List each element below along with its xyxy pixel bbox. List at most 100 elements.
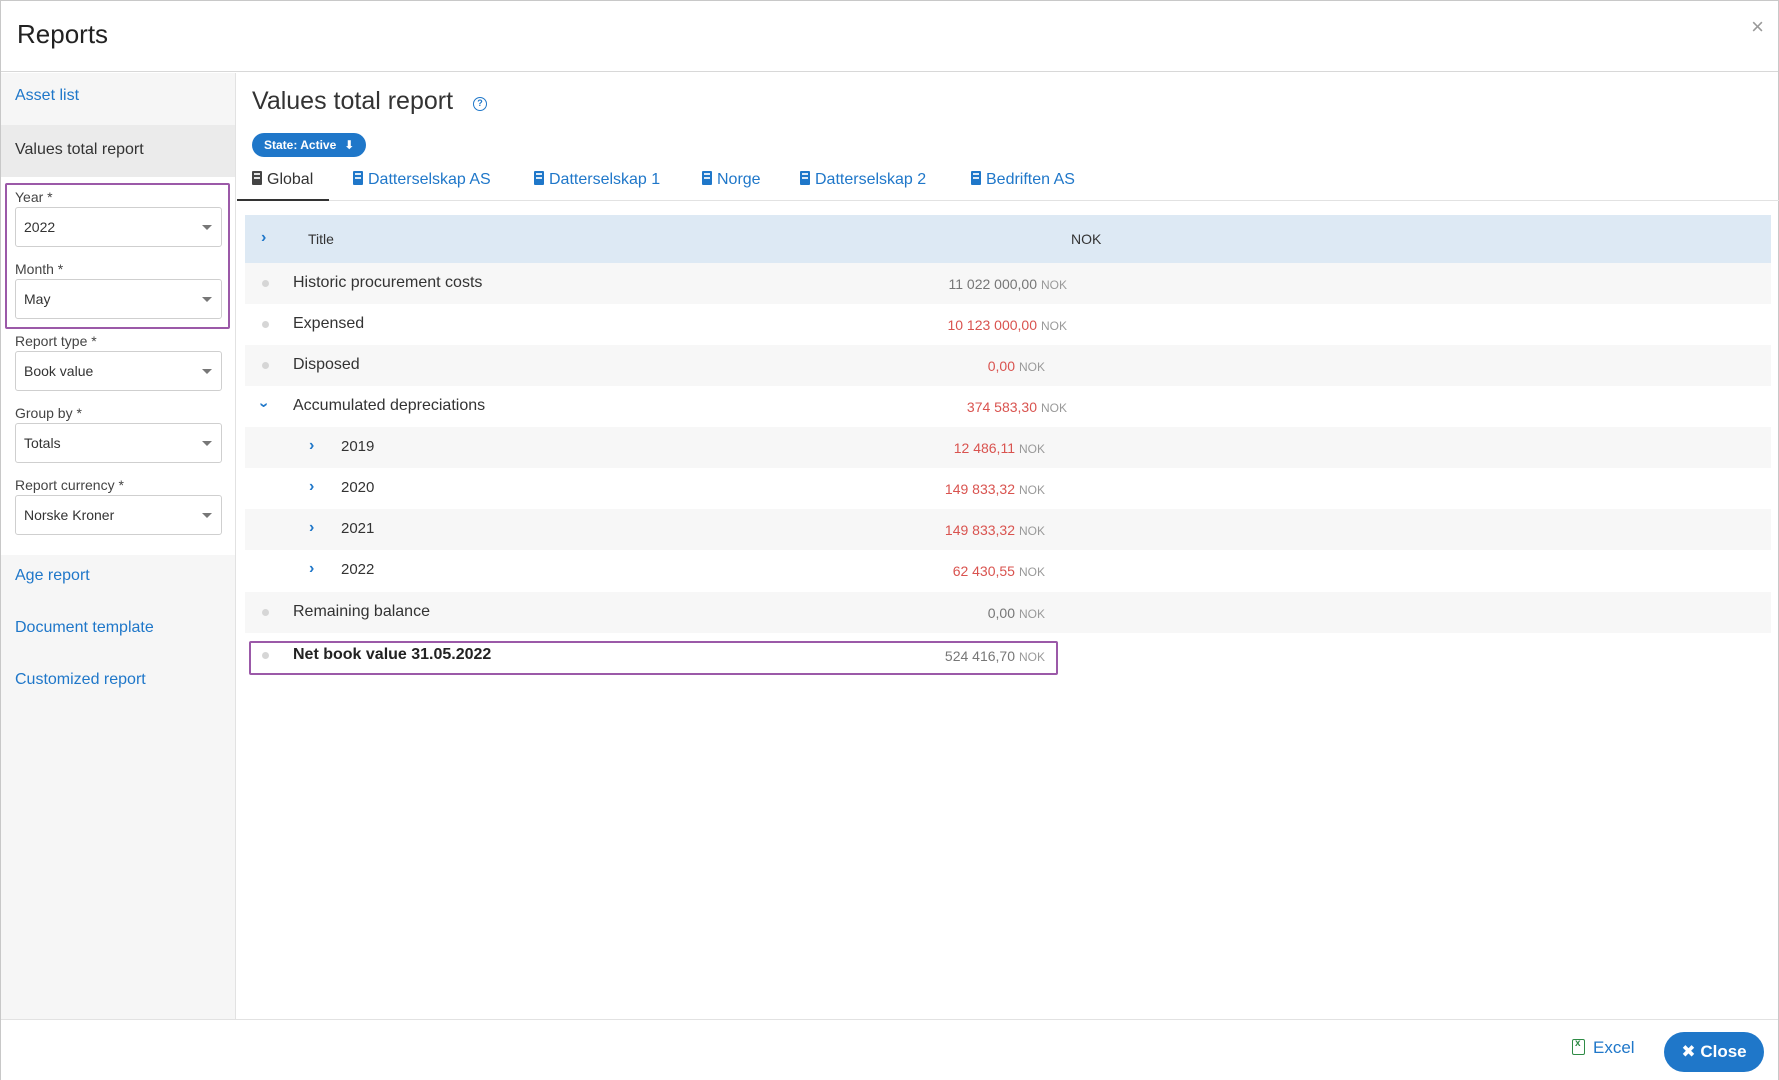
month-select[interactable]: May bbox=[15, 279, 222, 319]
tab-datterselskap-1[interactable]: Datterselskap 1 bbox=[534, 163, 660, 201]
row-label: Historic procurement costs bbox=[293, 274, 483, 291]
year-select[interactable]: 2022 bbox=[15, 207, 222, 247]
sidebar-item-label: Values total report bbox=[15, 141, 144, 158]
page-title: Values total report bbox=[252, 87, 454, 115]
report-currency-label: Report currency * bbox=[15, 477, 124, 493]
row-label: Disposed bbox=[293, 356, 360, 373]
state-badge-label: State: Active bbox=[264, 138, 337, 152]
arrow-down-icon: ⬇ bbox=[344, 138, 355, 152]
row-amount: 0,00 NOK bbox=[987, 358, 1045, 374]
row-label: 2022 bbox=[341, 561, 375, 578]
state-filter-badge[interactable]: State: Active ⬇ bbox=[252, 133, 367, 157]
tab-label: Datterselskap 1 bbox=[549, 171, 661, 188]
report-filters: Year * 2022 Month * May Report type * Bo… bbox=[1, 177, 235, 555]
chevron-down-icon bbox=[202, 297, 212, 302]
bullet-icon bbox=[262, 652, 269, 659]
column-header-nok: NOK bbox=[1071, 231, 1102, 247]
close-icon: ✖ bbox=[1681, 1042, 1696, 1061]
chevron-down-icon bbox=[202, 441, 212, 446]
row-amount: 149 833,32 NOK bbox=[944, 522, 1045, 538]
help-icon[interactable]: ? bbox=[473, 97, 487, 111]
table-row: Historic procurement costs 11 022 000,00… bbox=[245, 263, 1771, 304]
main-content: Values total report ? State: Active ⬇ Glo… bbox=[237, 73, 1779, 1019]
row-amount: 62 430,55 NOK bbox=[952, 563, 1045, 579]
row-label: 2021 bbox=[341, 520, 375, 537]
row-amount: 10 123 000,00 NOK bbox=[947, 317, 1067, 333]
close-label: Close bbox=[1700, 1042, 1747, 1061]
sidebar-item-document-template[interactable]: Document template bbox=[15, 619, 154, 637]
chevron-down-icon bbox=[202, 369, 212, 374]
row-label: 2019 bbox=[341, 438, 375, 455]
month-label: Month * bbox=[15, 261, 64, 277]
sidebar-item-customized-report[interactable]: Customized report bbox=[15, 671, 146, 689]
building-icon bbox=[534, 171, 544, 185]
tab-label: Global bbox=[267, 171, 314, 188]
table-row: › 2021 149 833,32 NOK bbox=[245, 509, 1771, 550]
reports-dialog: Reports × Asset list Values total report… bbox=[0, 0, 1779, 1080]
chevron-down-icon bbox=[202, 225, 212, 230]
close-icon[interactable]: × bbox=[1751, 15, 1764, 39]
sidebar-item-age-report[interactable]: Age report bbox=[15, 567, 90, 585]
table-row: Remaining balance 0,00 NOK bbox=[245, 592, 1771, 633]
report-type-label: Report type * bbox=[15, 333, 97, 349]
table-row: › Accumulated depreciations 374 583,30 NO… bbox=[245, 386, 1771, 427]
building-icon bbox=[971, 171, 981, 185]
table-row: › 2020 149 833,32 NOK bbox=[245, 468, 1771, 509]
table-row: Expensed 10 123 000,00 NOK bbox=[245, 304, 1771, 345]
row-amount: 11 022 000,00 NOK bbox=[948, 276, 1067, 292]
report-currency-select[interactable]: Norske Kroner bbox=[15, 495, 222, 535]
table-row: › 2022 62 430,55 NOK bbox=[245, 550, 1771, 591]
row-amount: 0,00 NOK bbox=[987, 605, 1045, 621]
group-by-value: Totals bbox=[24, 435, 61, 451]
bullet-icon bbox=[262, 362, 269, 369]
row-amount: 374 583,30 NOK bbox=[966, 399, 1067, 415]
chevron-down-icon bbox=[202, 513, 212, 518]
row-label: Accumulated depreciations bbox=[293, 397, 486, 414]
month-value: May bbox=[24, 291, 51, 307]
table-row: Disposed 0,00 NOK bbox=[245, 345, 1771, 386]
tab-global[interactable]: Global bbox=[237, 163, 330, 201]
dialog-footer: Excel ✖ Close bbox=[1, 1019, 1778, 1080]
tab-bedriften-as[interactable]: Bedriften AS bbox=[971, 163, 1075, 201]
chevron-down-icon[interactable]: › bbox=[255, 402, 273, 407]
chevron-right-icon[interactable]: › bbox=[309, 519, 314, 537]
building-icon bbox=[353, 171, 363, 185]
chevron-right-icon[interactable]: › bbox=[309, 478, 314, 496]
entity-tabs: Global Datterselskap AS Datterselskap 1 … bbox=[237, 163, 1779, 201]
tab-norge[interactable]: Norge bbox=[702, 163, 761, 201]
row-amount: 524 416,70 NOK bbox=[944, 648, 1045, 664]
row-amount: 149 833,32 NOK bbox=[944, 481, 1045, 497]
excel-file-icon bbox=[1572, 1038, 1585, 1055]
table-row-net-book-value: Net book value 31.05.2022 524 416,70 NOK bbox=[245, 635, 1771, 676]
chevron-right-icon[interactable]: › bbox=[309, 560, 314, 578]
row-label: Expensed bbox=[293, 315, 365, 332]
tab-label: Norge bbox=[717, 171, 761, 188]
row-amount: 12 486,11 NOK bbox=[953, 440, 1045, 456]
close-button[interactable]: ✖ Close bbox=[1664, 1032, 1764, 1072]
group-by-label: Group by * bbox=[15, 405, 82, 421]
tab-label: Datterselskap 2 bbox=[815, 171, 927, 188]
row-label: Net book value 31.05.2022 bbox=[293, 646, 492, 663]
chevron-right-icon[interactable]: › bbox=[261, 229, 266, 247]
building-icon bbox=[800, 171, 810, 185]
row-label: 2020 bbox=[341, 479, 375, 496]
dialog-title: Reports bbox=[17, 19, 109, 49]
sidebar-item-values-total-report[interactable]: Values total report bbox=[1, 125, 235, 177]
excel-export-button[interactable]: Excel bbox=[1572, 1038, 1635, 1058]
tab-datterselskap-as[interactable]: Datterselskap AS bbox=[353, 163, 491, 201]
sidebar-item-asset-list[interactable]: Asset list bbox=[15, 87, 79, 105]
column-header-title: Title bbox=[308, 231, 334, 247]
dialog-header: Reports × bbox=[1, 1, 1778, 72]
bullet-icon bbox=[262, 321, 269, 328]
year-value: 2022 bbox=[24, 219, 56, 235]
year-label: Year * bbox=[15, 189, 53, 205]
tab-datterselskap-2[interactable]: Datterselskap 2 bbox=[800, 163, 926, 201]
group-by-select[interactable]: Totals bbox=[15, 423, 222, 463]
building-icon bbox=[252, 171, 262, 185]
table-header: › Title NOK bbox=[245, 215, 1771, 263]
tab-label: Bedriften AS bbox=[986, 171, 1075, 188]
report-type-select[interactable]: Book value bbox=[15, 351, 222, 391]
chevron-right-icon[interactable]: › bbox=[309, 437, 314, 455]
report-type-value: Book value bbox=[24, 363, 94, 379]
table-row: › 2019 12 486,11 NOK bbox=[245, 427, 1771, 468]
